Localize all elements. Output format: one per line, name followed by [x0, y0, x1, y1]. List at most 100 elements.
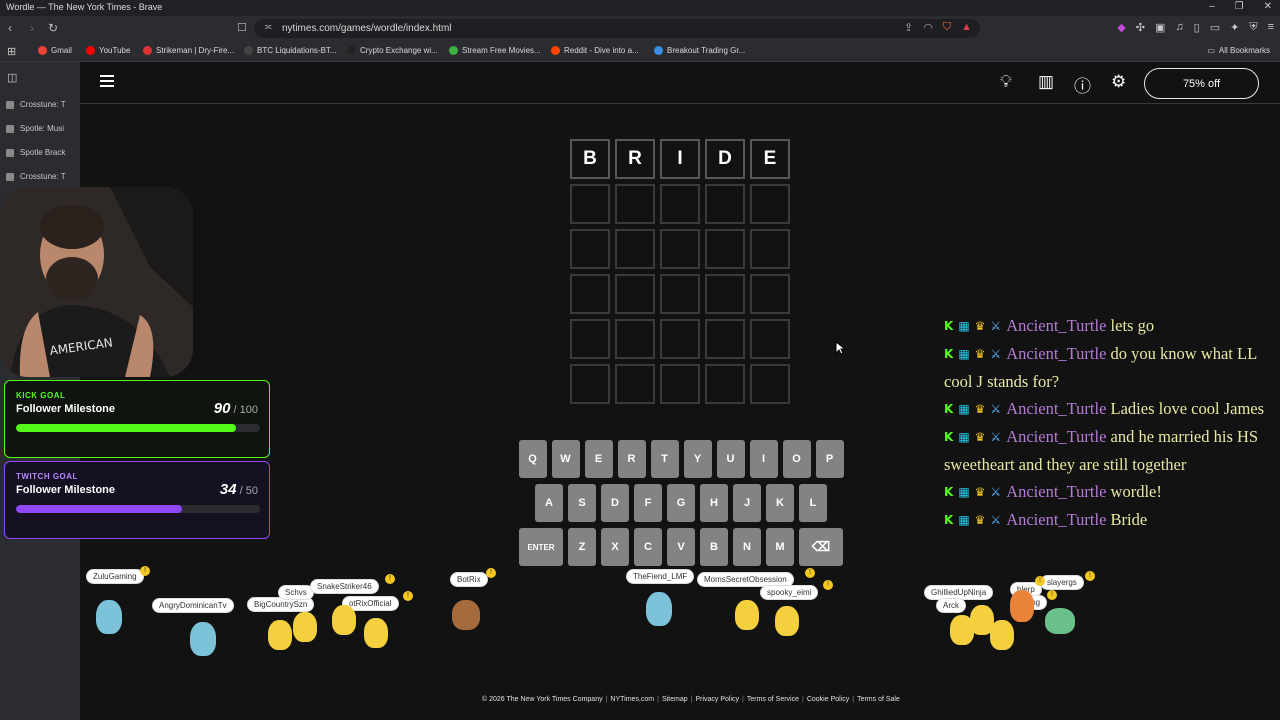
key-s[interactable]: S — [568, 484, 596, 522]
all-bookmarks[interactable]: ▭ All Bookmarks — [1207, 46, 1270, 55]
bookmark-item[interactable]: BTC Liquidations-BT... — [244, 46, 337, 55]
key-j[interactable]: J — [733, 484, 761, 522]
apps-grid-icon[interactable]: ⊞ — [7, 45, 16, 58]
key-q[interactable]: Q — [518, 440, 547, 478]
board-tile — [615, 319, 655, 359]
side-tab[interactable]: Crosstune: T — [6, 172, 76, 181]
footer-link[interactable]: Sitemap — [662, 696, 688, 703]
viewer-name-tag: TheFiend_LMF — [626, 569, 695, 584]
chat-text: Ladies love cool James — [1110, 399, 1265, 418]
pikachu-sprite-icon — [293, 612, 317, 642]
brave-rewards-icon[interactable]: ▲ — [961, 21, 972, 34]
tab-favicon-icon — [6, 124, 14, 133]
bookmark-item[interactable]: YouTube — [86, 46, 130, 55]
chat-username[interactable]: Ancient_Turtle — [1006, 399, 1106, 418]
leo-ai-icon[interactable]: ✦ — [1230, 21, 1239, 34]
key-f[interactable]: F — [634, 484, 662, 522]
key-a[interactable]: A — [535, 484, 563, 522]
menu-icon[interactable]: ≡ — [1268, 21, 1274, 34]
key-i[interactable]: I — [749, 440, 778, 478]
board-tile — [660, 184, 700, 224]
key-e[interactable]: E — [584, 440, 613, 478]
chat-username[interactable]: Ancient_Turtle — [1006, 482, 1106, 501]
wallet-icon[interactable]: ▭ — [1210, 21, 1220, 34]
key-u[interactable]: U — [716, 440, 745, 478]
hamburger-menu-icon[interactable] — [100, 75, 114, 87]
bookmark-item[interactable]: Crypto Exchange wi... — [347, 46, 438, 55]
chat-username[interactable]: Ancient_Turtle — [1006, 510, 1106, 529]
side-tab[interactable]: Crosstune: T — [6, 100, 76, 109]
chat-username[interactable]: Ancient_Turtle — [1006, 344, 1106, 363]
chat-username[interactable]: Ancient_Turtle — [1006, 427, 1106, 446]
bookmark-item[interactable]: Reddit - Dive into a... — [551, 46, 639, 55]
key-d[interactable]: D — [601, 484, 629, 522]
maximize-button[interactable]: ❐ — [1235, 1, 1244, 12]
key-o[interactable]: O — [782, 440, 811, 478]
enter-key[interactable]: ENTER — [519, 528, 563, 566]
bookmark-item[interactable]: Stream Free Movies... — [449, 46, 541, 55]
bookmark-page-icon[interactable]: ☐ — [237, 21, 247, 34]
forward-icon[interactable]: › — [30, 21, 34, 35]
subscribe-button[interactable]: 75% off — [1144, 68, 1259, 99]
side-tab[interactable]: Spotle: Musi — [6, 124, 76, 133]
brave-shields-icon[interactable]: ⛉ — [943, 21, 951, 34]
settings-icon[interactable]: ⚙ — [1111, 72, 1126, 92]
chat-text: wordle! — [1110, 482, 1162, 501]
sword-badge-icon: ⚔ — [990, 347, 1002, 361]
footer-link[interactable]: Cookie Policy — [807, 696, 849, 703]
bookmark-item[interactable]: Strikeman | Dry-Fire... — [143, 46, 234, 55]
bookmark-item[interactable]: Gmail — [38, 46, 72, 55]
sidebar-toggle-icon[interactable]: ◫ — [7, 71, 17, 84]
key-m[interactable]: M — [766, 528, 794, 566]
extensions-puzzle-icon[interactable]: ✣ — [1136, 21, 1145, 34]
address-bar[interactable]: ≍ nytimes.com/games/wordle/index.html ⇪ … — [254, 19, 980, 38]
lightbulb-icon[interactable]: 💡︎ — [1000, 72, 1012, 92]
key-z[interactable]: Z — [568, 528, 596, 566]
key-n[interactable]: N — [733, 528, 761, 566]
bookmark-label: Stream Free Movies... — [462, 46, 541, 55]
sidebar-icon[interactable]: ▯ — [1194, 21, 1200, 34]
key-v[interactable]: V — [667, 528, 695, 566]
key-k[interactable]: K — [766, 484, 794, 522]
site-info-icon[interactable]: ≍ — [264, 22, 272, 33]
key-b[interactable]: B — [700, 528, 728, 566]
key-c[interactable]: C — [634, 528, 662, 566]
key-g[interactable]: G — [667, 484, 695, 522]
close-window-button[interactable]: ✕ — [1264, 1, 1272, 12]
footer-link[interactable]: NYTimes.com — [610, 696, 654, 703]
tab-favicon-icon — [6, 172, 14, 181]
footer-link[interactable]: Terms of Service — [747, 696, 799, 703]
key-h[interactable]: H — [700, 484, 728, 522]
rss-icon[interactable]: ◠ — [923, 21, 933, 34]
board-tile — [660, 364, 700, 404]
chat-text: Bride — [1110, 510, 1148, 529]
goal-progress-fill — [16, 424, 236, 432]
reload-icon[interactable]: ↻ — [48, 21, 58, 35]
chat-username[interactable]: Ancient_Turtle — [1006, 316, 1106, 335]
help-icon[interactable]: ⓘ — [1074, 72, 1091, 97]
footer-link[interactable]: Privacy Policy — [695, 696, 739, 703]
key-p[interactable]: P — [815, 440, 844, 478]
key-l[interactable]: L — [799, 484, 827, 522]
key-r[interactable]: R — [617, 440, 646, 478]
backspace-key[interactable]: ⌫ — [799, 528, 843, 566]
minimize-button[interactable]: – — [1209, 1, 1215, 12]
key-x[interactable]: X — [601, 528, 629, 566]
screenshot-icon[interactable]: ▣ — [1155, 21, 1165, 34]
viewer-name-tag: spooky_eimi — [760, 585, 819, 600]
bookmark-item[interactable]: Breakout Trading Gr... — [654, 46, 745, 55]
key-y[interactable]: Y — [683, 440, 712, 478]
board-tile — [570, 364, 610, 404]
back-icon[interactable]: ‹ — [8, 21, 12, 35]
key-t[interactable]: T — [650, 440, 679, 478]
url-text[interactable]: nytimes.com/games/wordle/index.html — [282, 23, 452, 34]
footer-link[interactable]: Terms of Sale — [857, 696, 900, 703]
side-tab[interactable]: Spotle Brack — [6, 148, 76, 157]
vpn-icon[interactable]: ⛨ — [1249, 21, 1257, 34]
extension-purple-icon[interactable]: ◆ — [1117, 21, 1125, 34]
bookmark-label: BTC Liquidations-BT... — [257, 46, 337, 55]
key-w[interactable]: W — [551, 440, 580, 478]
share-icon[interactable]: ⇪ — [904, 21, 913, 34]
media-icon[interactable]: ♫ — [1175, 21, 1183, 34]
stats-icon[interactable]: ▥ — [1038, 72, 1054, 92]
